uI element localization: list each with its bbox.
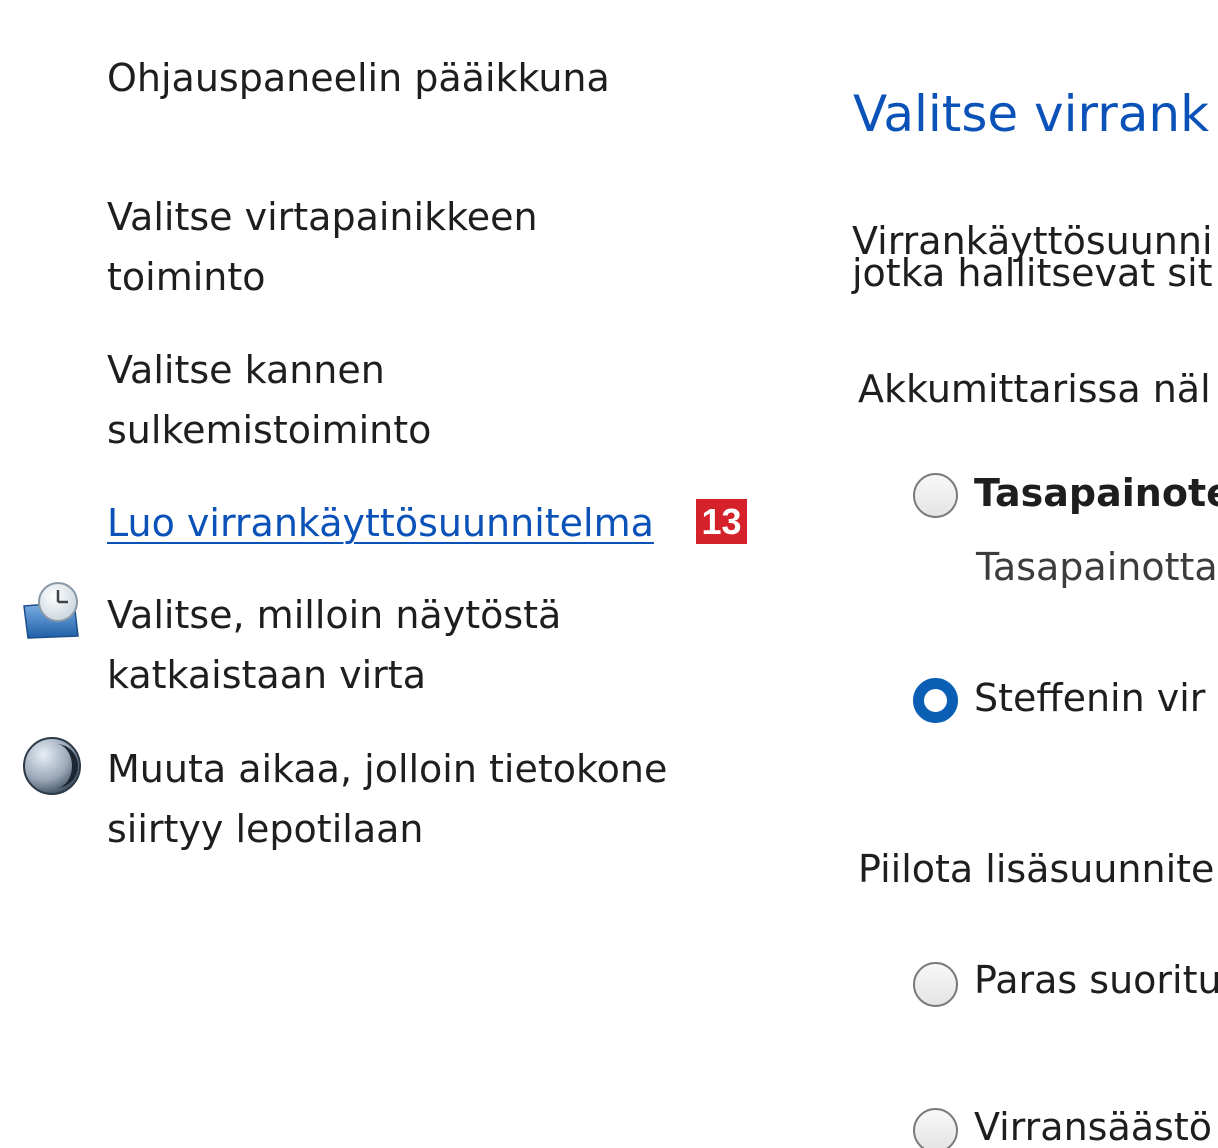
- display-off-time-line2: katkaistaan virta: [107, 653, 426, 697]
- battery-meter-plans-label: Akkumittarissa näl: [858, 367, 1211, 411]
- display-clock-icon: [22, 580, 82, 640]
- sidebar: Ohjauspaneelin pääikkuna Valitse virtapa…: [0, 0, 800, 1148]
- plan-balanced-label[interactable]: Tasapainote: [974, 464, 1218, 522]
- create-power-plan-link[interactable]: Luo virrankäyttösuunnitelma: [107, 493, 654, 553]
- plan-high-performance-label[interactable]: Paras suoritu: [974, 951, 1218, 1009]
- lid-close-action-link[interactable]: Valitse kannen sulkemistoiminto: [107, 340, 431, 460]
- display-off-time-link[interactable]: Valitse, milloin näytöstä katkaistaan vi…: [107, 585, 561, 705]
- description-line2: jotka hallitsevat sit: [852, 251, 1213, 295]
- radio-high-performance[interactable]: [913, 962, 958, 1007]
- power-button-action-link[interactable]: Valitse virtapainikkeen toiminto: [107, 187, 538, 307]
- radio-steffen-plan[interactable]: [913, 678, 958, 723]
- moon-sleep-icon: [22, 736, 82, 796]
- lid-close-action-line1: Valitse kannen: [107, 348, 385, 392]
- sleep-time-link[interactable]: Muuta aikaa, jolloin tietokone siirtyy l…: [107, 739, 667, 859]
- power-button-action-line1: Valitse virtapainikkeen: [107, 195, 538, 239]
- power-button-action-line2: toiminto: [107, 255, 266, 299]
- page-title: Valitse virrank: [853, 85, 1210, 143]
- step-badge: 13: [696, 499, 747, 544]
- hidden-plans-label: Piilota lisäsuunnite: [858, 847, 1215, 891]
- sleep-time-line2: siirtyy lepotilaan: [107, 807, 424, 851]
- plan-steffen-label[interactable]: Steffenin vir: [974, 669, 1205, 727]
- control-panel-home-link[interactable]: Ohjauspaneelin pääikkuna: [107, 48, 610, 108]
- main-panel: Valitse virrank Virrankäyttösuunni jotka…: [850, 0, 1218, 1148]
- plan-balanced-description: Tasapainotta: [976, 545, 1218, 589]
- radio-power-saver[interactable]: [913, 1108, 958, 1148]
- plan-power-saver-label[interactable]: Virransäästö: [974, 1098, 1212, 1148]
- display-off-time-line1: Valitse, milloin näytöstä: [107, 593, 562, 637]
- sleep-time-line1: Muuta aikaa, jolloin tietokone: [107, 747, 668, 791]
- radio-balanced[interactable]: [913, 473, 958, 518]
- lid-close-action-line2: sulkemistoiminto: [107, 408, 432, 452]
